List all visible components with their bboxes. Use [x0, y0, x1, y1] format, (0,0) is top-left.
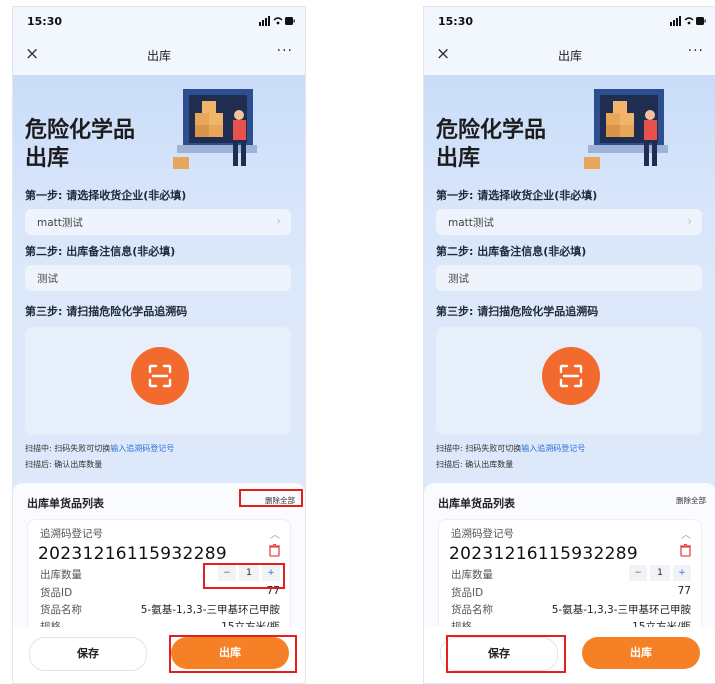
truck-illustration-icon — [584, 83, 684, 183]
trash-icon[interactable] — [269, 543, 280, 561]
step3-label: 第三步: 请扫描危险化学品追溯码 — [436, 305, 599, 318]
minus-button[interactable]: − — [629, 565, 647, 581]
chevron-right-icon: › — [276, 214, 281, 228]
trace-code: 20231216115932289 — [449, 544, 638, 564]
scan-hint: 扫描中: 扫码失败可切换输入追溯码登记号 — [436, 443, 585, 454]
phone-screen-right: 15:30 × 出库 ··· 危险化学品 出库 第一步: 请选择收货企业(非必填… — [423, 6, 715, 684]
trace-code: 20231216115932289 — [38, 544, 227, 564]
qty-stepper: − 1 + — [629, 565, 691, 581]
footer-bar: 保存 出库 — [13, 627, 305, 683]
remark-input[interactable]: 测试 — [25, 265, 291, 291]
qty-label: 出库数量 — [40, 569, 82, 581]
status-time: 15:30 — [438, 15, 474, 28]
step1-label: 第一步: 请选择收货企业(非必填) — [25, 189, 187, 202]
delete-all-button[interactable]: 删除全部 — [265, 495, 295, 506]
step3-label: 第三步: 请扫描危险化学品追溯码 — [25, 305, 188, 318]
save-button[interactable]: 保存 — [440, 637, 558, 671]
signal-wifi-battery-icon — [259, 16, 295, 29]
more-icon[interactable]: ··· — [277, 43, 293, 59]
receiver-value: matt测试 — [448, 217, 494, 229]
goods-name-value: 5-氨基-1,3,3-三甲基环己甲胺 — [140, 604, 280, 616]
remark-value: 测试 — [448, 273, 469, 285]
page-title: 出库 — [146, 49, 171, 63]
remark-input[interactable]: 测试 — [436, 265, 702, 291]
chevron-up-icon[interactable]: ︿ — [270, 526, 280, 541]
step2-label: 第二步: 出库备注信息(非必填) — [436, 245, 587, 258]
scan-hint-prefix: 扫描中: 扫码失败可切换 — [25, 444, 111, 453]
goods-name-label: 货品名称 — [451, 604, 493, 616]
submit-out-button[interactable]: 出库 — [582, 637, 700, 669]
code-label: 追溯码登记号 — [451, 528, 514, 540]
code-label: 追溯码登记号 — [40, 528, 103, 540]
hero-title-line1: 危险化学品 — [436, 118, 547, 143]
scan-button[interactable] — [131, 347, 189, 405]
receiver-select[interactable]: matt测试 › — [436, 209, 702, 235]
plus-button[interactable]: + — [673, 565, 691, 581]
scan-hint: 扫描中: 扫码失败可切换输入追溯码登记号 — [25, 443, 174, 454]
step1-label: 第一步: 请选择收货企业(非必填) — [436, 189, 598, 202]
chevron-up-icon[interactable]: ︿ — [681, 526, 691, 541]
nav-bar: × 出库 ··· — [13, 35, 305, 75]
goods-id-label: 货品ID — [451, 587, 484, 599]
hero-title-line1: 危险化学品 — [25, 118, 136, 143]
qty-value[interactable]: 1 — [239, 565, 259, 581]
goods-list-title: 出库单货品列表 — [438, 497, 515, 510]
scan-icon — [148, 364, 172, 388]
goods-id-label: 货品ID — [40, 587, 73, 599]
phone-screen-left: 15:30 × 出库 ··· 危险化学品 出库 第一步: 请选择收货企业(非必填… — [12, 6, 306, 684]
hero-title-line2: 出库 — [25, 146, 70, 171]
minus-button[interactable]: − — [218, 565, 236, 581]
status-time: 15:30 — [27, 15, 63, 28]
plus-button[interactable]: + — [262, 565, 280, 581]
input-code-link[interactable]: 输入追溯码登记号 — [110, 444, 174, 453]
submit-out-button[interactable]: 出库 — [171, 637, 289, 669]
goods-name-label: 货品名称 — [40, 604, 82, 616]
scan-icon — [559, 364, 583, 388]
after-scan-hint: 扫描后: 确认出库数量 — [436, 460, 514, 469]
more-icon[interactable]: ··· — [688, 43, 704, 59]
goods-card: 追溯码登记号 ︿ 20231216115932289 出库数量 − 1 + 货品… — [438, 519, 702, 641]
goods-id-value: 77 — [266, 585, 280, 597]
trash-icon[interactable] — [680, 543, 691, 561]
truck-illustration-icon — [173, 83, 273, 183]
hero-title: 危险化学品 出库 — [25, 117, 175, 173]
qty-value[interactable]: 1 — [650, 565, 670, 581]
goods-id-value: 77 — [677, 585, 691, 597]
chevron-right-icon: › — [687, 214, 692, 228]
scan-button[interactable] — [542, 347, 600, 405]
hero-title: 危险化学品 出库 — [436, 117, 586, 173]
hero-title-line2: 出库 — [436, 146, 481, 171]
after-scan-hint: 扫描后: 确认出库数量 — [25, 460, 103, 469]
signal-wifi-battery-icon — [670, 16, 706, 29]
input-code-link[interactable]: 输入追溯码登记号 — [521, 444, 585, 453]
goods-list-title: 出库单货品列表 — [27, 497, 104, 510]
remark-value: 测试 — [37, 273, 58, 285]
status-bar: 15:30 — [13, 7, 305, 35]
receiver-value: matt测试 — [37, 217, 83, 229]
qty-label: 出库数量 — [451, 569, 493, 581]
receiver-select[interactable]: matt测试 › — [25, 209, 291, 235]
goods-name-value: 5-氨基-1,3,3-三甲基环己甲胺 — [551, 604, 691, 616]
save-button[interactable]: 保存 — [29, 637, 147, 671]
page-title: 出库 — [557, 49, 582, 63]
qty-stepper: − 1 + — [218, 565, 280, 581]
scan-hint-prefix: 扫描中: 扫码失败可切换 — [436, 444, 522, 453]
status-bar: 15:30 — [424, 7, 715, 35]
footer-bar: 保存 出库 — [424, 627, 715, 683]
nav-bar: × 出库 ··· — [424, 35, 715, 75]
delete-all-button[interactable]: 删除全部 — [676, 495, 706, 506]
step2-label: 第二步: 出库备注信息(非必填) — [25, 245, 176, 258]
goods-card: 追溯码登记号 ︿ 20231216115932289 出库数量 − 1 + 货品… — [27, 519, 291, 641]
